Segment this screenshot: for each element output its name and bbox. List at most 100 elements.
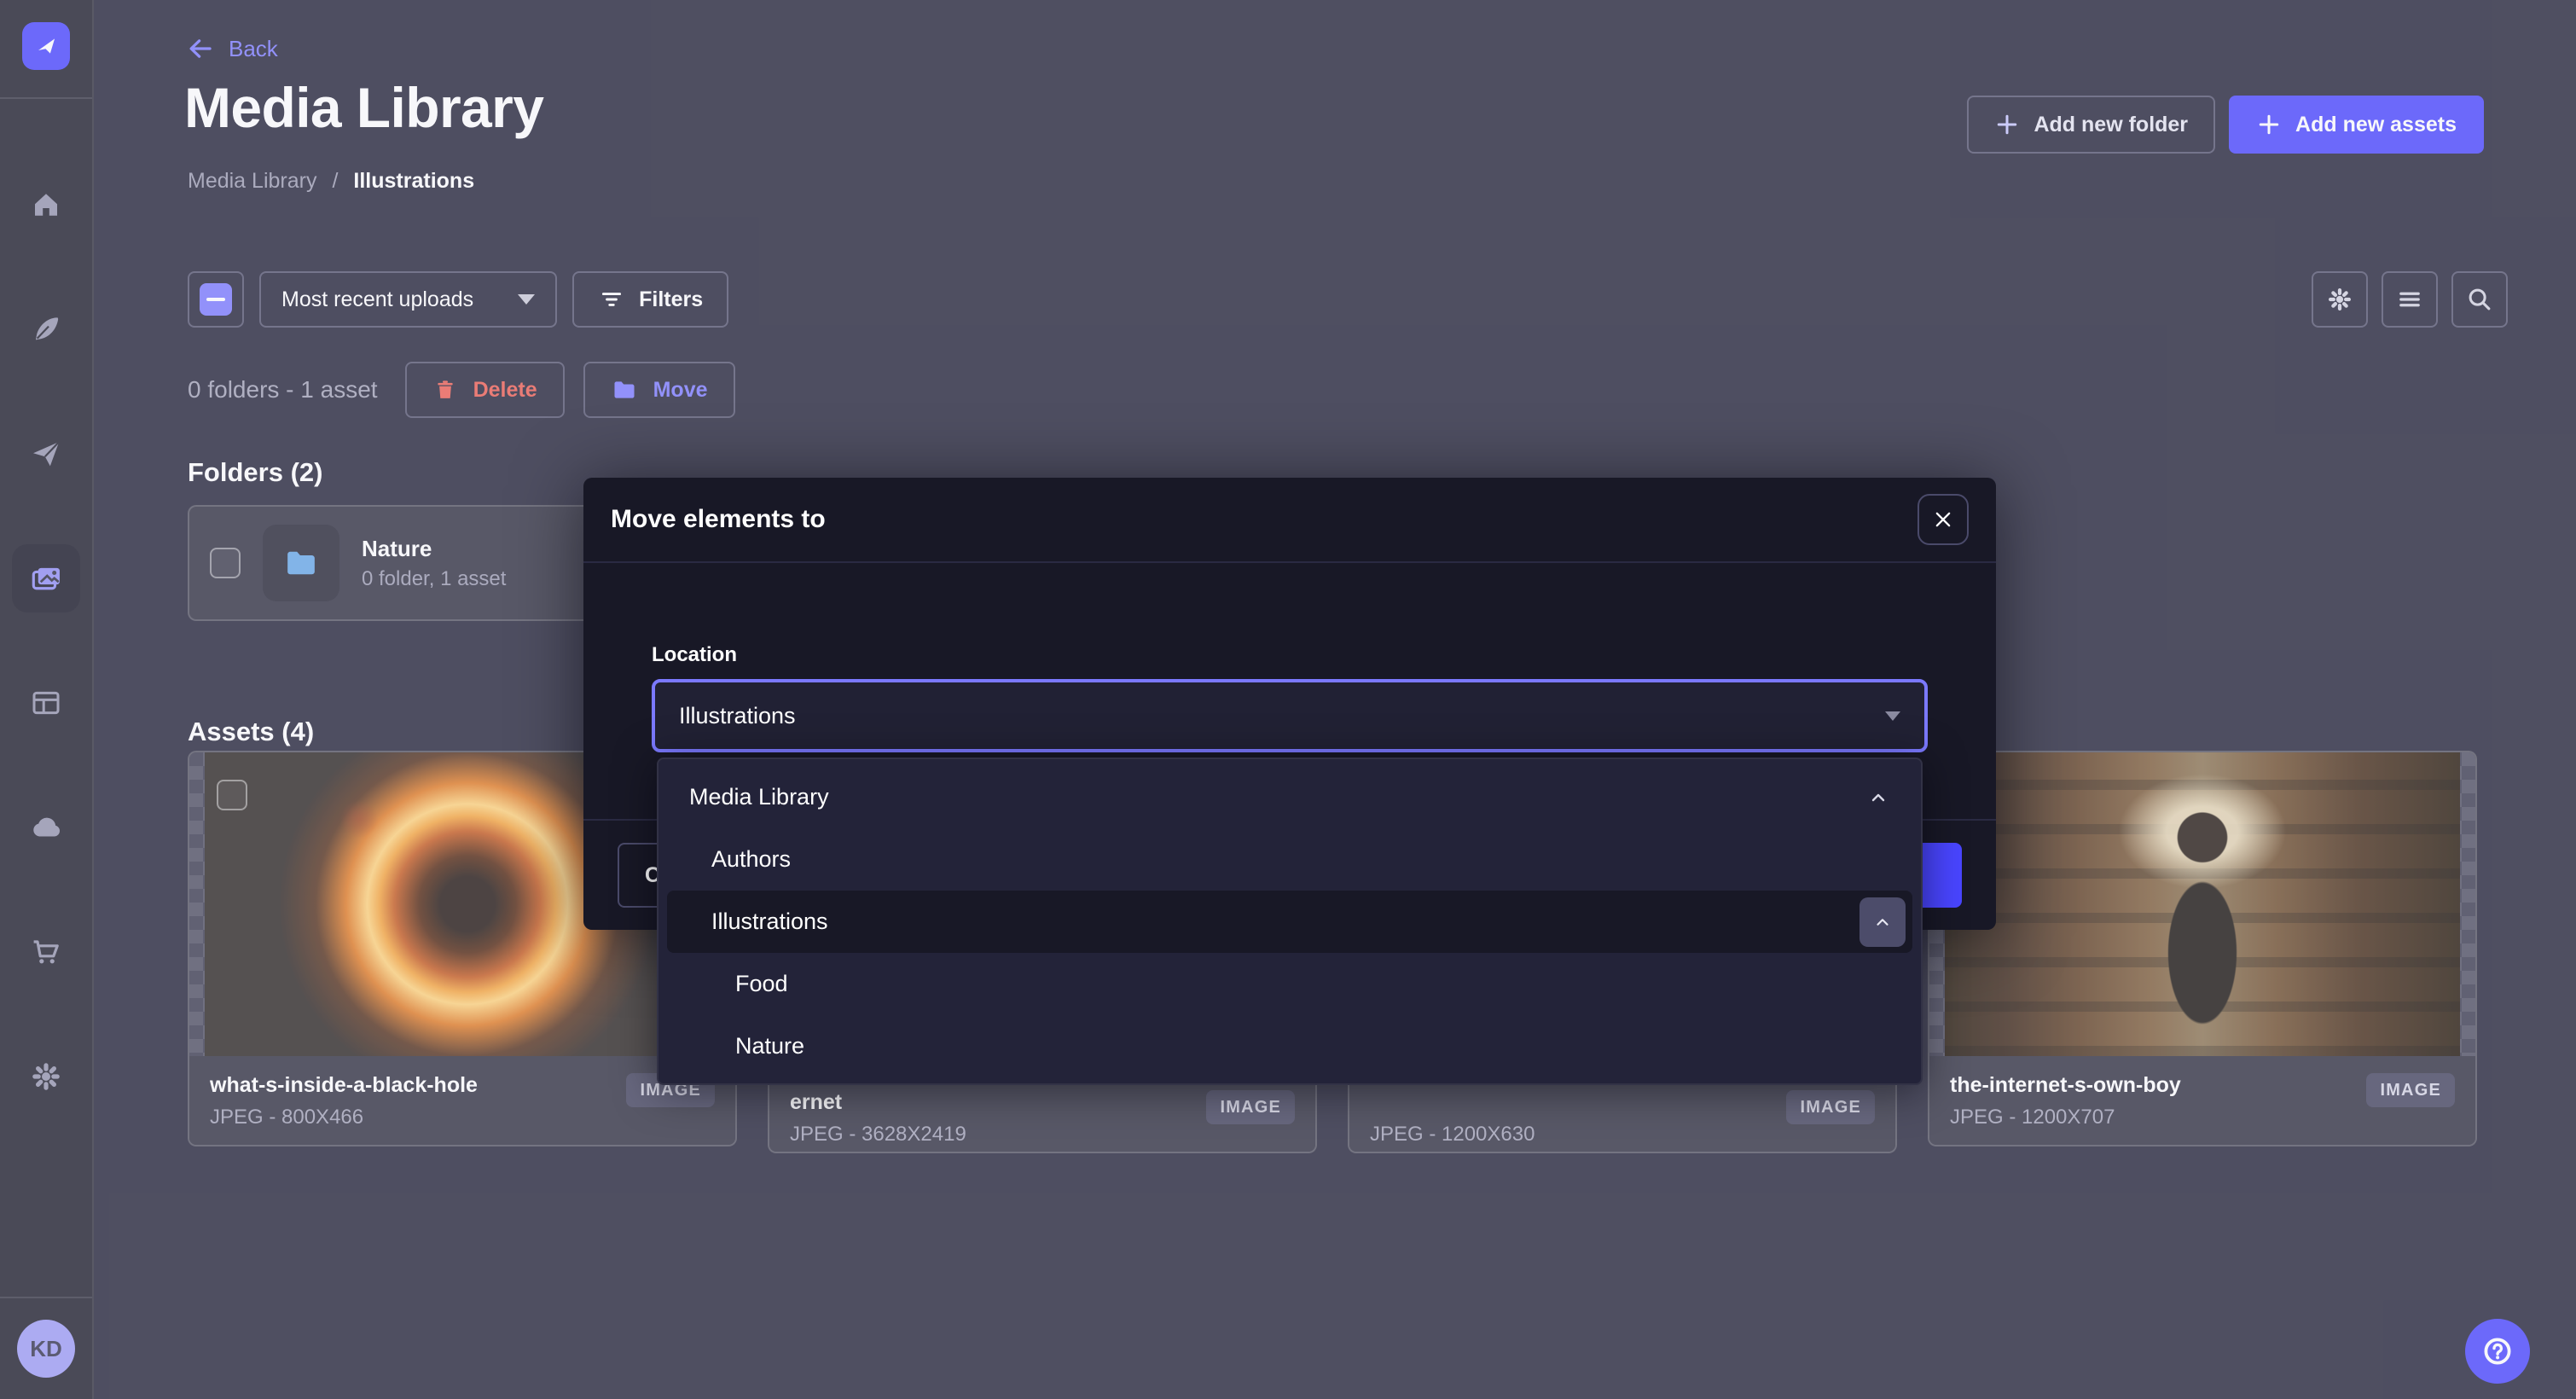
home-icon [29,188,63,222]
feather-icon [29,312,63,346]
assets-heading: Assets (4) [188,717,314,747]
dropdown-option-authors[interactable]: Authors [667,828,1912,891]
filter-icon [598,286,625,313]
asset-meta: JPEG - 1200X630 [1370,1123,1535,1146]
dropdown-option-illustrations[interactable]: Illustrations [667,891,1912,953]
sidebar-footer: KD [0,1297,92,1399]
page-title: Media Library [184,75,543,140]
gear-icon [29,1059,63,1094]
header-actions: Add new folder Add new assets [1967,96,2484,154]
asset-caption: what-s-inside-a-black-hole JPEG - 800X46… [189,1056,735,1145]
sidebar-item-cloud[interactable] [12,793,80,862]
arrow-left-icon [186,34,215,63]
trash-icon [432,377,458,403]
asset-name: what-s-inside-a-black-hole [210,1073,478,1099]
asset-name [1370,1090,1535,1116]
dropdown-option-media-library[interactable]: Media Library [667,766,1912,828]
location-label: Location [652,643,1928,667]
strapi-logo-icon [31,31,61,61]
asset-meta: JPEG - 800X466 [210,1106,478,1129]
asset-type-badge: IMAGE [1206,1090,1295,1124]
chevron-down-icon [1885,711,1900,721]
avatar[interactable]: KD [17,1320,75,1378]
sidebar-divider [0,97,92,99]
selection-summary: 0 folders - 1 asset [188,376,378,403]
plus-icon [2256,112,2282,137]
delete-button[interactable]: Delete [405,362,565,418]
media-library-icon [28,560,64,596]
asset-meta: JPEG - 1200X707 [1950,1106,2181,1129]
folder-icon-box [263,525,339,601]
sort-select-value: Most recent uploads [281,287,473,312]
chevron-up-icon [1873,913,1892,932]
breadcrumb-separator: / [332,169,338,194]
sidebar-item-marketplace[interactable] [12,918,80,986]
back-link[interactable]: Back [186,34,278,63]
question-icon [2480,1334,2515,1368]
indeterminate-checkbox [200,283,232,316]
sidebar-item-media-library[interactable] [12,544,80,612]
back-label: Back [229,36,278,62]
asset-checkbox[interactable] [217,780,247,810]
list-view-button[interactable] [2382,271,2438,328]
library-photo-image [1945,752,2460,1056]
cloud-icon [28,810,64,845]
strapi-logo[interactable] [22,22,70,70]
plus-icon [1994,112,2020,137]
asset-meta: JPEG - 3628X2419 [790,1123,966,1146]
asset-name: ernet [790,1090,966,1116]
sidebar-item-settings[interactable] [12,1042,80,1111]
folder-icon [611,376,638,403]
breadcrumb-parent[interactable]: Media Library [188,169,316,194]
asset-card-internets-own-boy[interactable]: the-internet-s-own-boy JPEG - 1200X707 I… [1928,751,2477,1146]
sidebar-item-home[interactable] [12,171,80,239]
chevron-down-icon [518,294,535,305]
location-select-value: Illustrations [679,703,796,729]
gear-icon [2325,285,2354,314]
cart-icon [29,935,63,969]
help-button[interactable] [2465,1319,2530,1384]
media-library-page: KD Back Media Library Media Library / Il… [0,0,2576,1399]
folders-heading: Folders (2) [188,457,322,488]
location-select[interactable]: Illustrations [652,679,1928,752]
toolbar: Most recent uploads Filters [188,271,728,328]
asset-caption: the-internet-s-own-boy JPEG - 1200X707 I… [1929,1056,2475,1145]
list-icon [2395,285,2424,314]
dropdown-option-food[interactable]: Food [667,953,1912,1015]
breadcrumb-current: Illustrations [353,169,474,194]
modal-body: Location Illustrations [583,563,1996,752]
modal-header: Move elements to [583,478,1996,563]
location-dropdown: Media Library Authors Illustrations Food… [657,758,1923,1085]
search-icon [2465,285,2494,314]
paper-plane-icon [29,437,63,471]
add-folder-button[interactable]: Add new folder [1967,96,2215,154]
folder-info: Nature 0 folder, 1 asset [362,536,506,591]
filters-button[interactable]: Filters [572,271,728,328]
dropdown-option-nature[interactable]: Nature [667,1015,1912,1077]
settings-button[interactable] [2312,271,2368,328]
sort-select[interactable]: Most recent uploads [259,271,557,328]
asset-type-badge: IMAGE [1786,1090,1875,1124]
sidebar-item-releases[interactable] [12,420,80,488]
folder-icon [282,544,320,582]
asset-name: the-internet-s-own-boy [1950,1073,2181,1099]
search-button[interactable] [2451,271,2508,328]
select-all-checkbox[interactable] [188,271,244,328]
collapse-button[interactable] [1859,897,1906,947]
close-button[interactable] [1917,494,1969,545]
asset-type-badge: IMAGE [2366,1073,2455,1107]
sidebar-item-content-manager[interactable] [12,669,80,737]
folder-checkbox[interactable] [210,548,241,578]
add-assets-button[interactable]: Add new assets [2229,96,2484,154]
folder-name: Nature [362,536,506,562]
close-icon [1932,508,1954,531]
sidebar: KD [0,0,94,1399]
breadcrumb: Media Library / Illustrations [188,169,474,194]
chevron-up-icon[interactable] [1868,787,1888,808]
move-button[interactable]: Move [583,362,735,418]
selection-row: 0 folders - 1 asset Delete Move [188,362,735,418]
view-controls [2312,271,2508,328]
modal-title: Move elements to [611,505,826,534]
layout-icon [29,686,63,720]
sidebar-item-content[interactable] [12,295,80,363]
